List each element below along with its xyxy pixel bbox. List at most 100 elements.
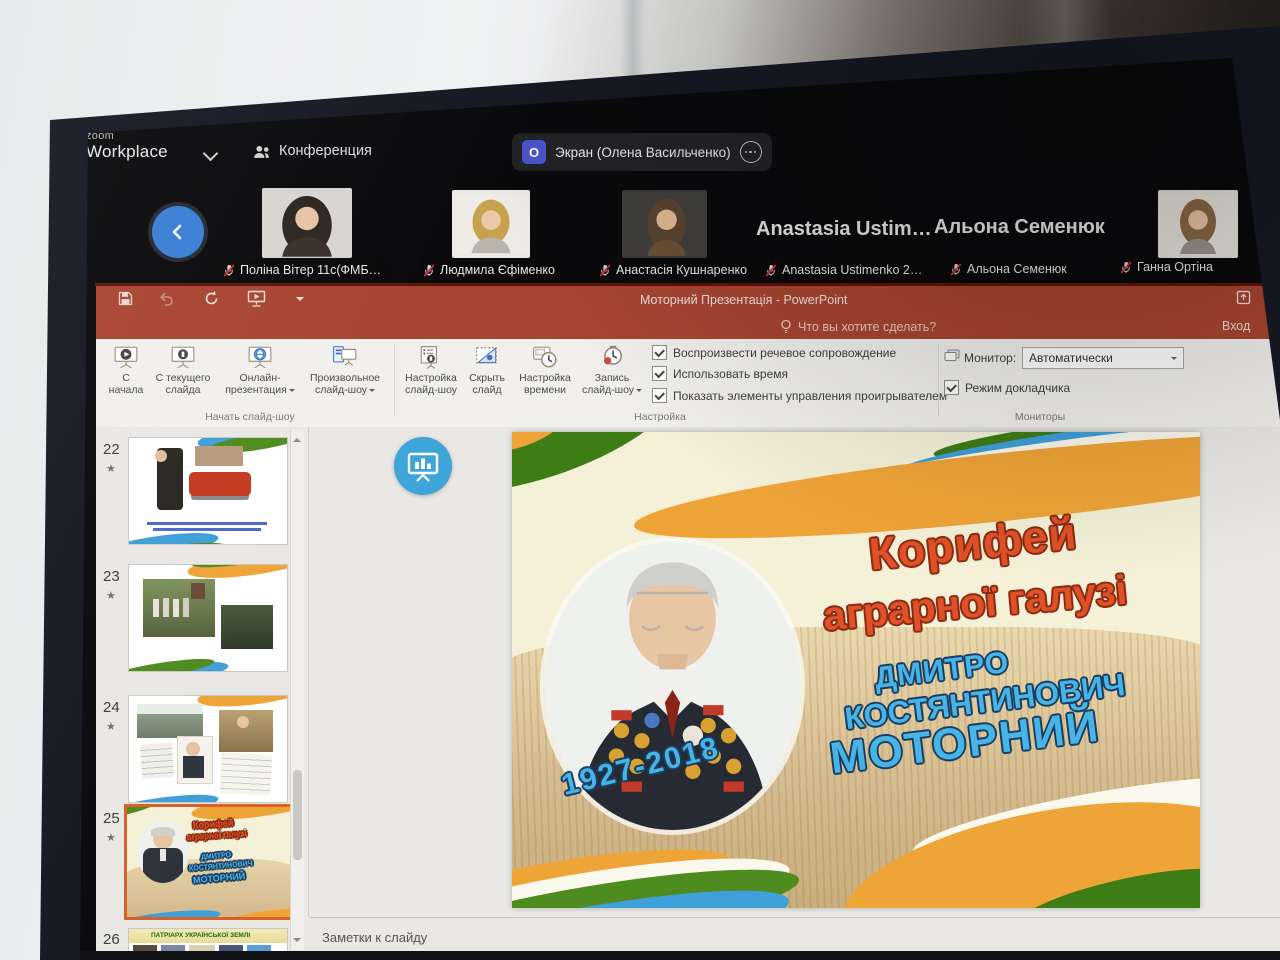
checkbox-row-presenter-view[interactable]: Режим докладчика: [944, 380, 1070, 395]
monitor-select-value: Автоматически: [1029, 351, 1113, 365]
slide-thumbnail-22[interactable]: [128, 437, 288, 545]
checkbox-checked-icon[interactable]: [652, 388, 667, 403]
participant-video: [622, 190, 707, 258]
photo-banner: [195, 446, 243, 466]
participant-name-badge: Альона Семенюк: [947, 260, 1073, 278]
record-slideshow-icon: [603, 345, 622, 365]
from-current-slide-button[interactable]: С текущего слайда: [150, 344, 216, 396]
conference-menu[interactable]: Конференция: [252, 143, 372, 159]
save-icon[interactable]: [118, 291, 133, 306]
start-slideshow-icon[interactable]: [247, 290, 266, 307]
decor-swoosh-green: [512, 432, 689, 516]
scroll-down-icon[interactable]: [293, 938, 301, 946]
participant-display-name: Anastasia Ustim…: [756, 218, 932, 240]
checkbox-row-timings[interactable]: Использовать время: [652, 366, 788, 381]
button-label: С текущего слайда: [155, 372, 211, 397]
thumbnails-scrollbar[interactable]: [290, 430, 304, 950]
current-slide[interactable]: 1927-2018 Корифей аграрної галузі ДМИТРО…: [512, 432, 1200, 908]
photo-figure: [153, 599, 159, 617]
photo-figure: [163, 598, 169, 617]
scrollbar-thumb[interactable]: [293, 770, 302, 860]
tab-insert[interactable]: Вставка: [230, 0, 292, 24]
handwriting-block: [139, 742, 175, 780]
muted-mic-icon: [223, 263, 235, 277]
custom-slideshow-button[interactable]: Произвольное слайд-шоу: [302, 344, 388, 396]
muted-mic-icon: [423, 263, 435, 277]
participant-name-badge: Анастасія Кушнаренко: [596, 261, 754, 279]
tab-file[interactable]: Файл: [106, 0, 156, 24]
checkbox-label: Показать элементы управления проигрывате…: [673, 388, 948, 403]
notes-divider[interactable]: [310, 917, 1280, 918]
tab-slideshow[interactable]: Слайд-шоу: [518, 0, 600, 24]
slide-thumbnail-25-selected[interactable]: Корифей аграрної галузі ДМИТРО КОСТЯНТИН…: [124, 804, 294, 920]
muted-mic-icon: [765, 263, 777, 277]
tab-view[interactable]: Вид: [724, 0, 768, 24]
monitor-select[interactable]: Автоматически: [1022, 347, 1184, 369]
chevron-down-icon[interactable]: [202, 145, 219, 162]
group-label-start: Начать слайд-шоу: [205, 411, 295, 423]
shared-screen-pill[interactable]: О Экран (Олена Васильченко): [512, 133, 772, 171]
dropdown-arrow-icon: [1171, 357, 1177, 363]
record-slideshow-button[interactable]: Запись слайд-шоу: [580, 344, 644, 396]
checkbox-checked-icon[interactable]: [652, 366, 667, 381]
animation-star-icon: ★: [106, 463, 116, 475]
ribbon-display-options-icon[interactable]: [1236, 290, 1251, 305]
checkbox-label: Воспроизвести речевое сопровождение: [673, 345, 897, 360]
checkbox-checked-icon[interactable]: [652, 345, 667, 360]
dropdown-arrow-icon: [288, 389, 295, 395]
tab-design[interactable]: Дизайн: [296, 0, 360, 24]
mini-title: аграрної галузі: [186, 828, 247, 843]
back-button[interactable]: [152, 206, 204, 258]
photo-of-laptop: zoom Workplace Конференция О Экран (Олен…: [0, 0, 1280, 960]
participant-name: Людмила Єфіменко: [440, 263, 555, 277]
scroll-up-icon[interactable]: [293, 434, 301, 442]
participant-name: Anastasia Ustimenko 2…: [782, 263, 923, 277]
workplace-logo-text: Workplace: [86, 142, 168, 161]
caption-line: [147, 522, 267, 525]
online-presentation-button[interactable]: Онлайн-презентация: [222, 344, 298, 396]
from-beginning-button[interactable]: С начала: [104, 344, 148, 396]
undo-icon[interactable]: [158, 292, 174, 306]
participant-name: Альона Семенюк: [967, 262, 1067, 276]
qat-customize-icon[interactable]: [296, 297, 304, 305]
group-label-monitors: Мониторы: [1014, 411, 1066, 423]
muted-mic-icon: [599, 263, 611, 277]
muted-mic-icon: [1120, 260, 1132, 274]
photo-face: [155, 450, 167, 462]
redo-icon[interactable]: [203, 290, 220, 307]
shared-presentation-badge[interactable]: [394, 437, 452, 495]
person-portrait: [262, 189, 352, 257]
dropdown-arrow-icon: [636, 389, 643, 395]
checkbox-checked-icon[interactable]: [944, 380, 959, 395]
tab-transitions[interactable]: Переходы: [364, 0, 436, 24]
setup-slideshow-button[interactable]: Настройка слайд-шоу: [400, 344, 462, 396]
participant-name-badge: Ганна Ортіна: [1117, 258, 1220, 276]
checkbox-label: Использовать время: [673, 366, 789, 381]
photo-red-machine: [189, 472, 251, 496]
checkbox-label: Режим докладчика: [965, 380, 1071, 395]
hide-slide-button[interactable]: Скрыть слайд: [464, 344, 510, 396]
checkbox-row-narration[interactable]: Воспроизвести речевое сопровождение: [652, 345, 896, 360]
slide-thumbnail-24[interactable]: [128, 695, 288, 803]
zoom-workplace-logo: zoom Workplace: [86, 130, 168, 162]
sign-in-link[interactable]: Вход: [1222, 319, 1250, 333]
tell-me-box[interactable]: Что вы хотите сделать?: [780, 319, 936, 334]
slide-thumbnail-23[interactable]: [128, 564, 288, 672]
shared-screen-label: Экран (Олена Васильченко): [555, 144, 731, 160]
notes-placeholder[interactable]: Заметки к слайду: [322, 930, 427, 945]
participant-display-name: Альона Семенюк: [934, 216, 1105, 238]
photo-suit: [183, 756, 204, 778]
animation-star-icon: ★: [106, 590, 116, 602]
monitor-label: Монитор:: [964, 351, 1017, 365]
mini-title: Корифей: [192, 817, 234, 831]
checkbox-row-media-controls[interactable]: Показать элементы управления проигрывате…: [652, 388, 947, 403]
tab-animations[interactable]: Анимация: [440, 0, 516, 24]
slideshow-play-icon: [114, 346, 138, 369]
more-options-icon[interactable]: [739, 141, 762, 163]
tab-home[interactable]: Главная: [160, 0, 226, 24]
photo-monument-2: [221, 605, 273, 649]
mini-title: ПАТРІАРХ УКРАЇНСЬКОЇ ЗЕМЛІ: [151, 932, 251, 939]
person-portrait: [452, 194, 530, 254]
rehearse-timings-button[interactable]: Настройка времени: [512, 344, 578, 396]
slide-number: 22: [103, 441, 120, 458]
